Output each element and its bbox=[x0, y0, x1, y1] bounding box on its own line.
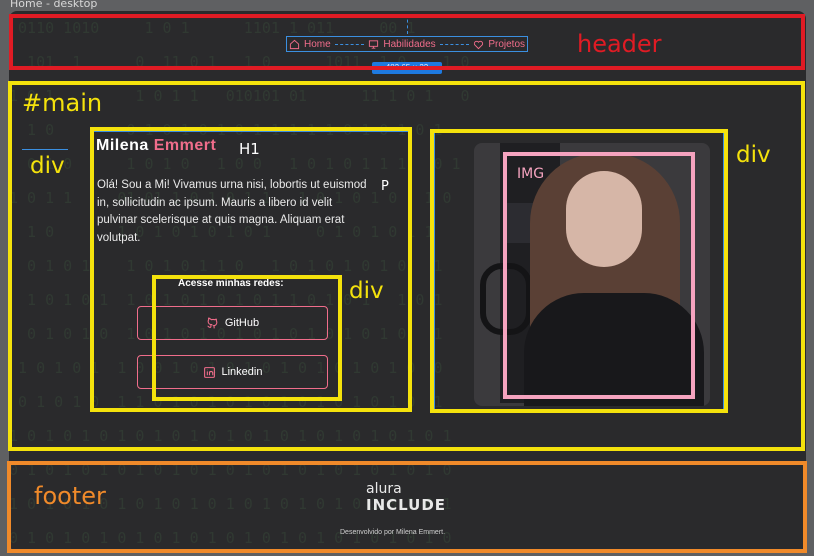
p-annotation-label: P bbox=[381, 179, 389, 194]
header-annotation-box bbox=[9, 14, 805, 70]
div-annotation-label: div bbox=[30, 153, 65, 179]
div-annotation-label: div bbox=[349, 278, 384, 304]
header-annotation-label: header bbox=[577, 30, 662, 58]
h1-annotation-label: H1 bbox=[239, 140, 260, 158]
img-annotation-box bbox=[503, 152, 695, 399]
div-annotation-label: div bbox=[736, 142, 771, 168]
footer-annotation-box bbox=[7, 461, 807, 553]
footer-annotation-label: footer bbox=[34, 482, 106, 510]
main-annotation-label: #main bbox=[22, 89, 103, 117]
frame-title: Home - desktop bbox=[10, 0, 98, 10]
social-div-annotation-box bbox=[152, 275, 342, 401]
img-annotation-label: IMG bbox=[517, 166, 545, 182]
